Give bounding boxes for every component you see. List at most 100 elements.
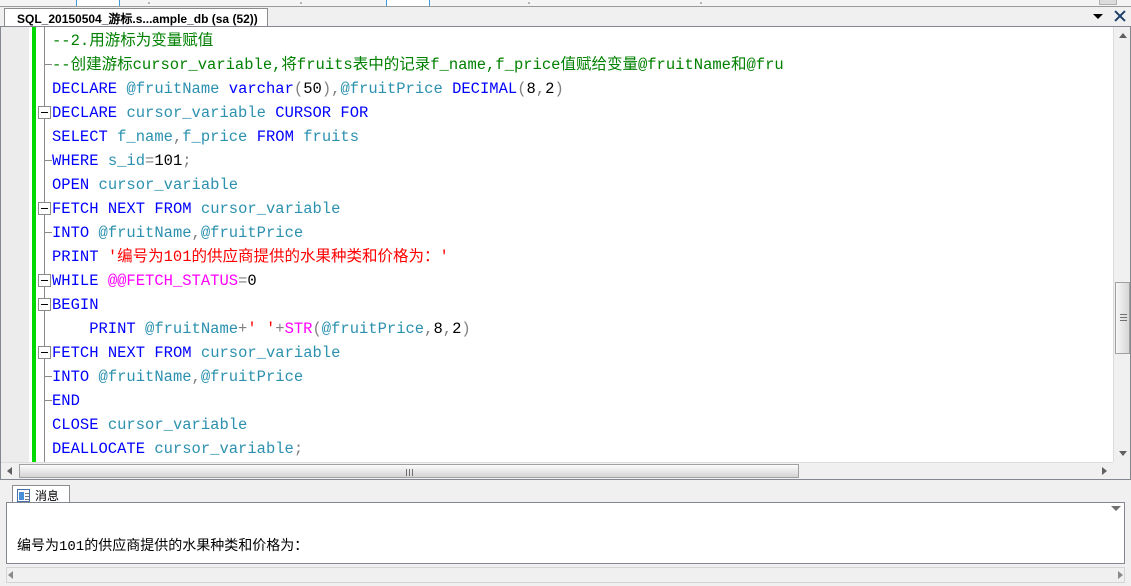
tab-sql-query[interactable]: SQL_20150504_游标.s...ample_db (sa (52)) xyxy=(4,8,268,27)
code-token: PRINT xyxy=(52,248,99,266)
code-token: BEGIN xyxy=(52,296,99,314)
code-token: ' ' xyxy=(247,320,275,338)
toolbar-separator-4 xyxy=(700,2,702,4)
code-token xyxy=(89,176,98,194)
results-tabstrip: 消息 xyxy=(0,483,1131,503)
triangle-left-icon[interactable] xyxy=(1,463,18,479)
code-token: 0 xyxy=(247,272,256,290)
code-token xyxy=(99,200,108,218)
code-line: FETCH NEXT FROM cursor_variable xyxy=(52,197,784,221)
code-token: @fruitPrice xyxy=(322,320,424,338)
code-line: SELECT f_name,f_price FROM fruits xyxy=(52,125,784,149)
code-token: cursor_variable xyxy=(201,200,341,218)
code-token: --2.用游标为变量赋值 xyxy=(52,32,213,50)
fold-collapse-box[interactable] xyxy=(38,202,51,215)
horizontal-scrollbar-thumb[interactable] xyxy=(19,464,799,478)
code-token xyxy=(145,200,154,218)
code-token xyxy=(89,368,98,386)
code-line: DECLARE @fruitName varchar(50),@fruitPri… xyxy=(52,77,784,101)
vertical-scrollbar-thumb[interactable] xyxy=(1115,282,1130,354)
messages-output[interactable]: 编号为101的供应商提供的水果种类和价格为： apple 5.80 melon … xyxy=(6,502,1125,564)
document-tabbar: SQL_20150504_游标.s...ample_db (sa (52)) xyxy=(0,7,1131,27)
triangle-up-icon[interactable] xyxy=(1114,27,1130,44)
messages-output-text: 编号为101的供应商提供的水果种类和价格为： apple 5.80 melon … xyxy=(17,505,308,564)
code-line: FETCH NEXT FROM cursor_variable xyxy=(52,341,784,365)
code-token xyxy=(266,104,275,122)
code-line: --创建游标cursor_variable,将fruits表中的记录f_name… xyxy=(52,53,784,77)
editor-vertical-scrollbar[interactable] xyxy=(1113,27,1130,462)
code-line: WHILE @@FETCH_STATUS=0 xyxy=(52,269,784,293)
code-token: FETCH xyxy=(52,200,99,218)
scrollbar-grip-icon xyxy=(406,469,413,476)
code-token: STR xyxy=(285,320,313,338)
code-token: ) xyxy=(461,320,470,338)
code-token xyxy=(99,248,108,266)
code-token: 2 xyxy=(452,320,461,338)
fold-collapse-box[interactable] xyxy=(38,106,51,119)
code-editor[interactable]: --2.用游标为变量赋值 --创建游标cursor_variable,将fruit… xyxy=(0,26,1131,480)
fold-collapse-box[interactable] xyxy=(38,274,51,287)
toolbar-strip xyxy=(0,0,1131,7)
code-token xyxy=(99,416,108,434)
code-token xyxy=(192,344,201,362)
code-token: DECIMAL xyxy=(452,80,517,98)
toolbar-combo-1[interactable] xyxy=(76,0,120,7)
code-token xyxy=(145,344,154,362)
outlining-margin[interactable] xyxy=(38,27,52,479)
messages-horizontal-scrollbar[interactable] xyxy=(6,567,1125,583)
outlining-vertical-line xyxy=(44,27,45,479)
triangle-right-icon[interactable] xyxy=(1096,463,1113,479)
code-line: WHERE s_id=101; xyxy=(52,149,784,173)
code-token: 8 xyxy=(527,80,536,98)
code-token xyxy=(99,152,108,170)
triangle-right-icon[interactable] xyxy=(1118,571,1123,579)
selection-margin[interactable] xyxy=(1,27,30,479)
results-pane: 消息 编号为101的供应商提供的水果种类和价格为： apple 5.80 mel… xyxy=(0,483,1131,586)
code-token xyxy=(99,272,108,290)
code-token: , xyxy=(173,128,182,146)
change-indicator-bar xyxy=(32,27,36,479)
code-token xyxy=(247,128,256,146)
toolbar-separator-2 xyxy=(300,2,302,4)
toolbar-separator-1 xyxy=(148,2,150,4)
code-editor-viewport[interactable]: --2.用游标为变量赋值 --创建游标cursor_variable,将fruit… xyxy=(1,27,1130,479)
code-token xyxy=(443,80,452,98)
tab-messages[interactable]: 消息 xyxy=(12,485,70,503)
code-token: @fruitPrice xyxy=(340,80,442,98)
toolbar-overflow-button[interactable] xyxy=(1099,0,1117,5)
code-token: INTO xyxy=(52,368,89,386)
triangle-down-icon[interactable] xyxy=(1111,506,1121,511)
code-token: ; xyxy=(182,152,191,170)
code-token: CLOSE xyxy=(52,416,99,434)
code-token: ( xyxy=(517,80,526,98)
code-token: @@FETCH_STATUS xyxy=(108,272,238,290)
code-token: cursor_variable xyxy=(108,416,248,434)
code-token: , xyxy=(536,80,545,98)
code-line: INTO @fruitName,@fruitPrice xyxy=(52,221,784,245)
editor-horizontal-scrollbar[interactable] xyxy=(1,462,1113,479)
chevron-down-icon[interactable] xyxy=(1093,14,1103,19)
code-token: FOR xyxy=(340,104,368,122)
code-text[interactable]: --2.用游标为变量赋值 --创建游标cursor_variable,将fruit… xyxy=(52,29,784,461)
code-line: OPEN cursor_variable xyxy=(52,173,784,197)
code-token: END xyxy=(52,392,80,410)
code-token: = xyxy=(238,272,247,290)
toolbar-combo-2[interactable] xyxy=(386,0,430,7)
code-token: WHILE xyxy=(52,272,99,290)
triangle-left-icon[interactable] xyxy=(8,571,13,579)
code-line: DECLARE cursor_variable CURSOR FOR xyxy=(52,101,784,125)
close-icon[interactable] xyxy=(1113,9,1127,23)
code-token: @fruitName xyxy=(99,224,192,242)
code-token: NEXT xyxy=(108,344,145,362)
code-token: ( xyxy=(294,80,303,98)
code-token: cursor_variable xyxy=(126,104,266,122)
code-token: f_price xyxy=(182,128,247,146)
code-token xyxy=(145,440,154,458)
code-token: WHERE xyxy=(52,152,99,170)
code-token: OPEN xyxy=(52,176,89,194)
triangle-down-icon[interactable] xyxy=(1114,445,1130,462)
code-token: s_id xyxy=(108,152,145,170)
fold-collapse-box[interactable] xyxy=(38,298,51,311)
code-token: @fruitName xyxy=(145,320,238,338)
fold-collapse-box[interactable] xyxy=(38,346,51,359)
